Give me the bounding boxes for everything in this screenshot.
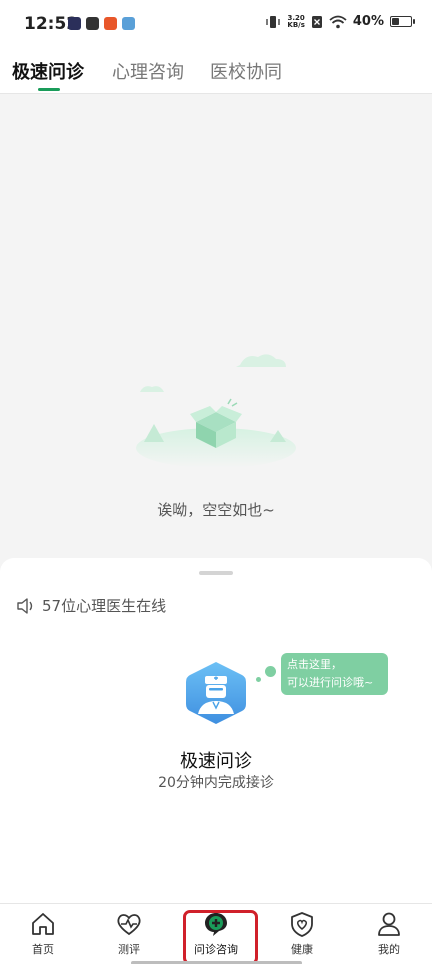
tab-psych-consult[interactable]: 心理咨询 [112,58,184,84]
bottom-nav: 首页 测评 问诊咨询 健康 我的 [0,903,432,964]
shop-app-icon [104,17,117,30]
nav-item-me[interactable]: 我的 [354,910,424,957]
video-app-icon [68,17,81,30]
sheet-drag-handle[interactable] [199,571,233,575]
vibrate-icon [266,15,281,28]
nav-label-health: 健康 [291,943,313,956]
nav-item-health[interactable]: 健康 [267,910,337,957]
doctors-online-row: 57位心理医生在线 [16,595,166,616]
nav-item-home[interactable]: 首页 [8,910,78,957]
gallery-app-icon [122,17,135,30]
bubble-dot [265,666,276,677]
bubble-dot-small [256,677,261,682]
nav-label-me: 我的 [378,943,400,956]
network-speed-unit: KB/s [287,20,305,29]
status-indicators: 3.20 KB/s 40% [265,14,415,29]
quick-consult-subtitle: 20分钟内完成接诊 [158,775,274,791]
no-sim-icon [311,15,322,28]
link-app-icon [86,17,99,30]
heart-pulse-icon [117,914,141,936]
speaker-icon [17,597,33,614]
consult-highlight-box [183,910,258,964]
empty-state-message: 诶呦，空空如也~ [157,501,275,519]
network-speed: 3.20 KB/s [287,14,305,29]
nav-label-home: 首页 [32,943,54,956]
person-icon [378,912,400,936]
battery-percent: 40% [352,14,384,29]
quick-consult-title[interactable]: 极速问诊 [0,747,432,773]
doctor-avatar-icon[interactable] [183,660,249,726]
doctors-online-text: 57位心理医生在线 [42,597,167,615]
status-bar: 12:52 3.20 KB/s 40% [0,0,432,50]
tab-quick-consult[interactable]: 极速问诊 [12,58,84,84]
nav-item-assessment[interactable]: 测评 [94,910,164,957]
tab-school-medical[interactable]: 医校协同 [210,58,282,84]
home-icon [32,913,54,935]
shield-heart-icon [291,912,313,937]
nav-label-assessment: 测评 [118,943,140,956]
top-tab-bar: 极速问诊 心理咨询 医校协同 [0,50,432,94]
empty-box-illustration [136,354,296,468]
notification-icons [68,17,135,30]
tip-line-2: 可以进行问诊哦~ [287,676,374,689]
tip-bubble[interactable]: 点击这里， 可以进行问诊哦~ [281,653,388,695]
battery-icon [390,16,415,27]
wifi-icon [329,15,347,28]
consult-bottom-sheet: 57位心理医生在线 点击这里， 可以进行问诊哦~ 极速问诊 20分钟内完成接诊 [0,558,432,903]
active-tab-indicator [38,88,60,91]
battery-level [392,18,399,25]
tip-line-1: 点击这里， [287,658,342,671]
